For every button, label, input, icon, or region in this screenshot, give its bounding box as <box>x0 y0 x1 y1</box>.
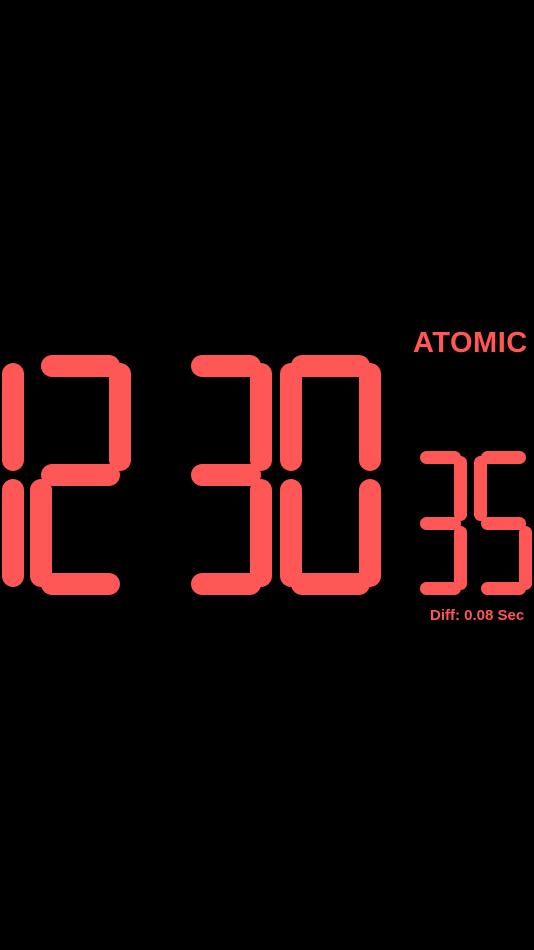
segment-upper-right <box>454 456 467 521</box>
clock-display: ATOMIC Diff: 0.08 Sec <box>0 0 534 950</box>
segment-lower-right <box>359 479 381 587</box>
segment-middle <box>191 464 261 486</box>
segment-bottom <box>191 573 261 595</box>
segment-bottom <box>41 573 120 595</box>
segment-upper-right <box>359 363 381 471</box>
segment-lower-right <box>250 479 272 587</box>
segment-middle <box>41 464 120 486</box>
segment-bottom <box>419 582 461 595</box>
segment-upper-left <box>474 456 487 521</box>
segment-upper-right <box>109 363 131 471</box>
segment-lower-left <box>30 479 52 587</box>
segment-bottom <box>291 573 370 595</box>
segment-upper-left <box>280 363 302 471</box>
segment-middle <box>480 516 526 530</box>
second-tens-digit <box>413 451 467 595</box>
hour-ones-digit <box>30 355 131 595</box>
segment-bottom <box>480 582 526 595</box>
segment-lower-right <box>519 525 532 590</box>
atomic-mode-label: ATOMIC <box>413 327 528 359</box>
segment-upper-right <box>2 363 24 471</box>
segment-lower-left <box>280 479 302 587</box>
segment-top <box>480 451 526 464</box>
hour-tens-digit <box>0 355 24 595</box>
second-ones-digit <box>474 451 532 595</box>
minute-ones-digit <box>280 355 381 595</box>
segment-upper-right <box>250 363 272 471</box>
segment-lower-right <box>454 525 467 590</box>
time-diff-label: Diff: 0.08 Sec <box>430 607 525 624</box>
minute-tens-digit <box>180 355 272 595</box>
segment-lower-right <box>2 479 24 587</box>
